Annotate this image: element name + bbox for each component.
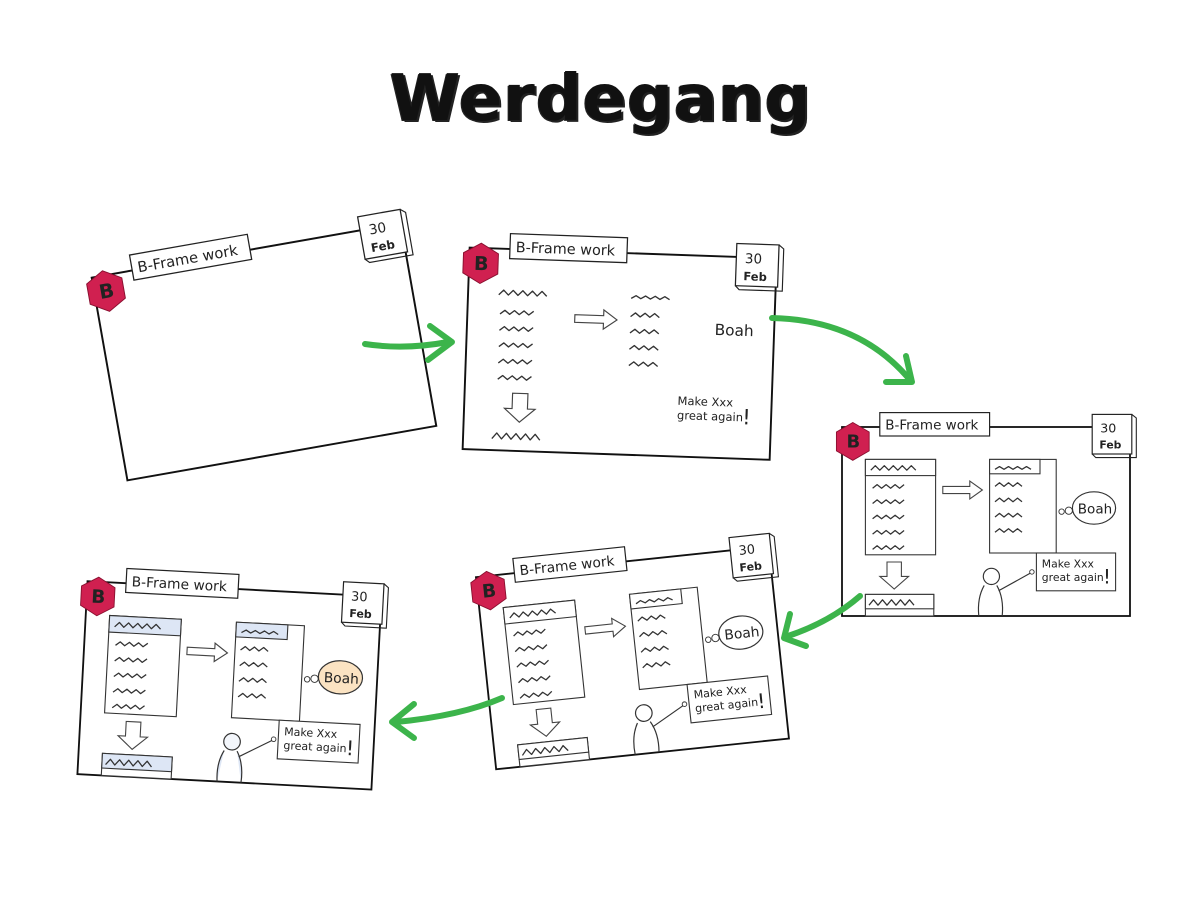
slogan-line-1: Make Xxx <box>1042 557 1095 570</box>
pointer-tip <box>270 736 277 743</box>
slogan-line-1: Make Xxx <box>677 394 733 410</box>
board-3: B-Frame work B 30 Feb ░▒▓▒ Boah Make Xxxgreat … <box>835 412 1137 617</box>
logo-letter: B <box>481 580 497 602</box>
evolution-diagram: B-Frame workB30FebB-Frame workB30Feb░▒▓▒… <box>76 208 1137 791</box>
board-2: B-Frame workB30Feb░▒▓▒BoahMake Xxxgreat … <box>461 233 785 461</box>
calendar-icon: 30Feb <box>340 581 389 629</box>
framework-label: B-Frame work <box>508 233 629 264</box>
content-block-left <box>502 599 586 706</box>
boah-note: Boah <box>714 321 754 340</box>
arrow-shaft <box>393 695 505 725</box>
content-box-right-header <box>989 458 1041 475</box>
arrow-board3-to-board4 <box>781 593 863 649</box>
calendar-month: Feb <box>739 559 763 574</box>
content-block-left <box>864 458 937 556</box>
slogan-line-2: great again <box>1042 571 1104 584</box>
slogan-note: Make Xxxgreat again! <box>686 675 773 724</box>
logo-letter: B <box>474 252 489 275</box>
boah-text: Boah <box>1078 501 1112 517</box>
logo-letter: B <box>847 432 861 453</box>
slogan-exclamation: ! <box>1103 566 1111 589</box>
board-4: B-Frame workB30Feb░▒▓▒BoahMake Xxxgreat … <box>470 532 790 771</box>
calendar-month: Feb <box>349 607 372 621</box>
content-block-right <box>628 586 708 691</box>
content-block-right <box>230 621 306 722</box>
slogan-line-2: great again <box>677 408 743 424</box>
calendar-day: 30 <box>738 542 756 559</box>
arrow-board2-to-board3 <box>769 315 915 385</box>
slogan-exclamation: ! <box>742 404 751 429</box>
slogan-note: Make Xxxgreat again! <box>1035 552 1117 592</box>
pointer-tip <box>681 701 688 707</box>
calendar-day: 30 <box>368 220 388 239</box>
arrow-board4-to-board5 <box>389 695 505 741</box>
board-5: B-Frame work B 30Feb ░▒▓▒ Boah Make Xxxgreat … <box>76 567 389 791</box>
calendar-day: 30 <box>745 252 763 268</box>
pointer-tip <box>1029 569 1035 575</box>
logo-letter: B <box>91 587 106 609</box>
boah-text: Boah <box>323 670 359 688</box>
boah-text: Boah <box>714 321 754 340</box>
calendar-icon: 30 Feb <box>1091 413 1137 459</box>
board-frame <box>461 246 778 461</box>
content-block-left <box>103 614 182 718</box>
framework-label: B-Frame work <box>879 412 991 437</box>
slogan-note: Make Xxxgreat again! <box>276 719 361 764</box>
content-block-bottom: ░▒▓▒ <box>100 752 173 780</box>
calendar-icon: 30Feb <box>734 242 785 292</box>
calendar-month: Feb <box>1099 439 1121 452</box>
framework-label: B-Frame work <box>124 567 240 599</box>
calendar-icon: 30Feb <box>728 532 780 582</box>
content-block-bottom: ░▒▓▒ <box>864 593 935 617</box>
calendar-day: 30 <box>351 590 368 606</box>
slogan-exclamation: ! <box>345 736 354 760</box>
presenter-head <box>223 732 241 751</box>
arrow-shaft <box>769 315 913 383</box>
framework-label-text: B-Frame work <box>885 418 978 434</box>
presenter-head <box>982 567 1001 586</box>
calendar-day: 30 <box>1100 420 1116 435</box>
calendar-month: Feb <box>743 269 767 284</box>
content-block-right <box>989 458 1057 554</box>
